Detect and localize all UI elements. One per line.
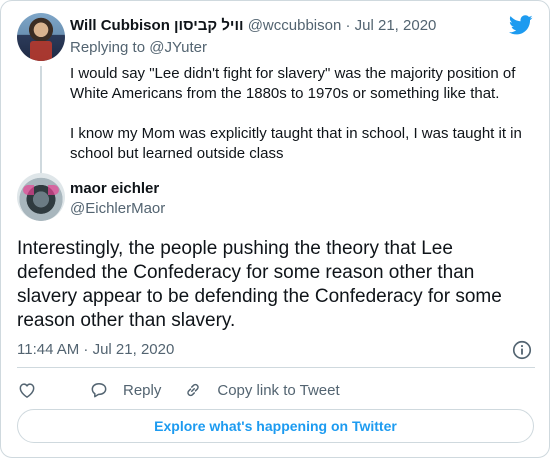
avatar[interactable] (17, 173, 65, 221)
tweet-date[interactable]: Jul 21, 2020 (355, 17, 437, 34)
like-button[interactable] (17, 380, 67, 400)
author-handle[interactable]: @wccubbison (248, 17, 342, 34)
heart-icon (19, 383, 35, 398)
reply-button[interactable]: Reply (89, 380, 161, 400)
twitter-bird-icon[interactable] (509, 13, 533, 37)
tweet-paragraph: I know my Mom was explicitly taught that… (70, 125, 522, 162)
replying-to-label: Replying to (70, 39, 146, 56)
thread-connector-line (40, 66, 42, 174)
link-icon (187, 383, 200, 397)
parent-tweet-text: I would say "Lee didn't fight for slaver… (70, 64, 540, 184)
tweet-paragraph: I would say "Lee didn't fight for slaver… (70, 65, 516, 102)
divider (17, 367, 535, 368)
copy-link-button[interactable]: Copy link to Tweet (183, 380, 340, 400)
tweet-timestamp[interactable]: 11:44 AM · Jul 21, 2020 (17, 340, 174, 360)
separator-dot: · (345, 17, 351, 34)
copy-link-label: Copy link to Tweet (217, 381, 340, 399)
tweet-actions: Reply Copy link to Tweet (17, 377, 362, 403)
info-icon[interactable] (511, 339, 533, 361)
reply-label: Reply (123, 381, 162, 399)
parent-tweet-header: Will Cubbison וויל קביסון @wccubbison · … (70, 16, 436, 36)
author-name[interactable]: Will Cubbison וויל קביסון (70, 17, 244, 34)
author-name[interactable]: maor eichler (70, 179, 159, 199)
avatar[interactable] (17, 13, 65, 61)
author-handle[interactable]: @EichlerMaor (70, 199, 165, 219)
explore-twitter-button[interactable]: Explore what's happening on Twitter (17, 409, 534, 443)
speech-bubble-icon (91, 383, 107, 398)
tweet-embed-card: Will Cubbison וויל קביסון @wccubbison · … (0, 0, 550, 458)
replying-to-handle[interactable]: @JYuter (149, 39, 207, 56)
main-tweet-text: Interestingly, the people pushing the th… (17, 238, 502, 331)
replying-to: Replying to @JYuter (70, 38, 207, 58)
